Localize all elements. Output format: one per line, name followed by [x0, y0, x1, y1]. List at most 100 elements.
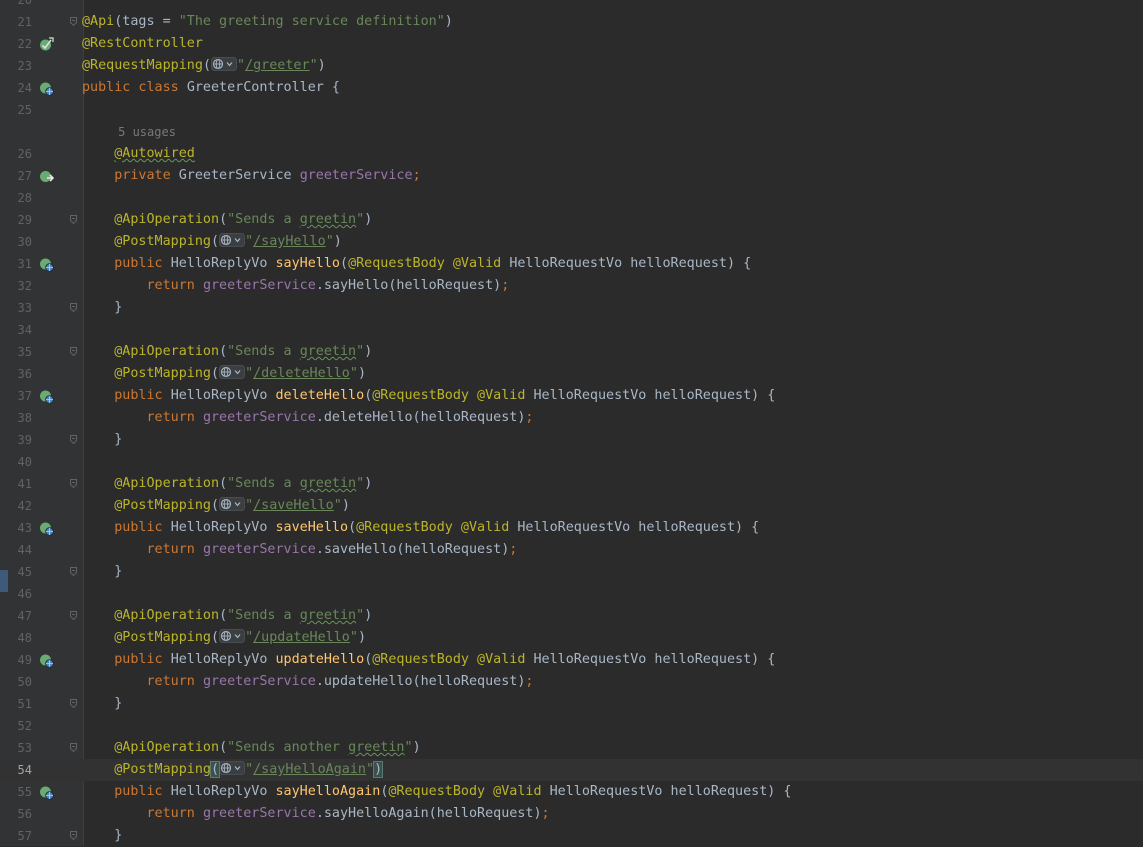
code-line[interactable]: 56 return greeterService.sayHelloAgain(h… — [0, 803, 1143, 825]
code-line[interactable]: 57 } — [0, 825, 1143, 847]
code-line[interactable]: 46 — [0, 583, 1143, 605]
annotation: @RequestBody @Valid — [372, 652, 534, 667]
spring-web-endpoint-icon[interactable] — [39, 389, 54, 404]
code-line[interactable]: 50 return greeterService.updateHello(hel… — [0, 671, 1143, 693]
code-line[interactable]: 49 public HelloReplyVo updateHello(@Requ… — [0, 649, 1143, 671]
url-globe-icon[interactable] — [211, 57, 237, 71]
fold-marker-icon[interactable] — [70, 303, 77, 312]
code-line[interactable]: 24 public class GreeterController { — [0, 77, 1143, 99]
code-line[interactable]: 45 } — [0, 561, 1143, 583]
code-line[interactable]: 34 — [0, 319, 1143, 341]
code-line[interactable]: 51 } — [0, 693, 1143, 715]
url-globe-icon[interactable] — [219, 365, 246, 379]
keyword: public class — [82, 80, 187, 95]
autowired-navigate-icon[interactable] — [39, 169, 54, 184]
string-literal: " — [325, 234, 334, 249]
code-line[interactable]: 27 private GreeterService greeterService… — [0, 165, 1143, 187]
spring-web-endpoint-icon[interactable] — [39, 81, 54, 96]
code-line[interactable]: 37 public HelloReplyVo deleteHello(@Requ… — [0, 385, 1143, 407]
spring-web-endpoint-icon[interactable] — [39, 257, 54, 272]
code-line[interactable]: 55 public HelloReplyVo sayHelloAgain(@Re… — [0, 781, 1143, 803]
code-line[interactable]: 21 @Api(tags = "The greeting service defi… — [0, 11, 1143, 33]
fold-marker-icon[interactable] — [70, 611, 77, 620]
url-globe-icon[interactable] — [219, 761, 246, 775]
code-line[interactable]: 54 @PostMapping("/sayHelloAgain") — [0, 759, 1143, 781]
url-globe-icon[interactable] — [219, 497, 246, 511]
url-path-link[interactable]: /sayHelloAgain — [253, 762, 366, 777]
code-line[interactable]: 33 } — [0, 297, 1143, 319]
code-line[interactable]: 40 — [0, 451, 1143, 473]
fold-marker-icon[interactable] — [70, 743, 77, 752]
code-line[interactable]: 31 public HelloReplyVo sayHello(@Request… — [0, 253, 1143, 275]
code-line[interactable]: 44 return greeterService.saveHello(hello… — [0, 539, 1143, 561]
fold-marker-icon[interactable] — [70, 435, 77, 444]
line-number: 54 — [17, 763, 32, 777]
code-line[interactable]: 42 @PostMapping("/saveHello") — [0, 495, 1143, 517]
code-line[interactable]: 20 — [0, 0, 1143, 11]
code-text: @ApiOperation("Sends a greetin") — [82, 605, 372, 627]
code-line[interactable]: 39 } — [0, 429, 1143, 451]
code-line[interactable]: 52 — [0, 715, 1143, 737]
code-line[interactable]: 35 @ApiOperation("Sends a greetin") — [0, 341, 1143, 363]
usages-hint[interactable]: 5 usages — [82, 125, 176, 139]
code-line[interactable]: 41 @ApiOperation("Sends a greetin") — [0, 473, 1143, 495]
code-line[interactable]: 47 @ApiOperation("Sends a greetin") — [0, 605, 1143, 627]
field-reference: greeterService — [202, 542, 316, 557]
fold-marker-icon[interactable] — [70, 567, 77, 576]
keyword: ; — [501, 278, 510, 293]
code-line[interactable]: 25 — [0, 99, 1143, 121]
url-path-link[interactable]: /updateHello — [253, 630, 350, 645]
string-literal: " — [356, 344, 365, 359]
spring-bean-icon[interactable] — [39, 37, 54, 52]
line-number: 24 — [17, 81, 32, 95]
code-line[interactable]: 36 @PostMapping("/deleteHello") — [0, 363, 1143, 385]
code-line[interactable]: 22 @RestController — [0, 33, 1143, 55]
string-literal: " — [245, 630, 254, 645]
url-path-link[interactable]: /greeter — [245, 58, 310, 73]
code-line[interactable]: 23 @RequestMapping("/greeter") — [0, 55, 1143, 77]
fold-marker-icon[interactable] — [70, 347, 77, 356]
spring-web-endpoint-icon[interactable] — [39, 785, 54, 800]
code-line[interactable]: 30 @PostMapping("/sayHello") — [0, 231, 1143, 253]
code-line[interactable]: 53 @ApiOperation("Sends another greetin"… — [0, 737, 1143, 759]
code-line[interactable]: 29 @ApiOperation("Sends a greetin") — [0, 209, 1143, 231]
fold-marker-icon[interactable] — [70, 831, 77, 840]
code-line[interactable]: 28 — [0, 187, 1143, 209]
line-number: 51 — [17, 697, 32, 711]
fold-marker-icon[interactable] — [70, 215, 77, 224]
url-path-link[interactable]: /saveHello — [253, 498, 334, 513]
code-line[interactable]: 43 public HelloReplyVo saveHello(@Reques… — [0, 517, 1143, 539]
line-number: 37 — [17, 389, 32, 403]
keyword: public — [114, 520, 171, 535]
field-reference: greeterService — [202, 806, 316, 821]
fold-marker-icon[interactable] — [70, 17, 77, 26]
code-text: @ApiOperation("Sends a greetin") — [82, 209, 372, 231]
url-globe-icon[interactable] — [219, 629, 246, 643]
string-literal: " — [245, 498, 254, 513]
code-editor[interactable]: 20 21 @Api(tags = "The greeting service de… — [0, 0, 1143, 846]
fold-marker-icon[interactable] — [70, 699, 77, 708]
code-line[interactable]: 32 return greeterService.sayHello(helloR… — [0, 275, 1143, 297]
usages-hint-row[interactable]: 5 usages — [0, 121, 1143, 143]
code-line[interactable]: 26 @Autowired — [0, 143, 1143, 165]
spring-web-endpoint-icon[interactable] — [39, 653, 54, 668]
code-line[interactable]: 38 return greeterService.deleteHello(hel… — [0, 407, 1143, 429]
url-globe-icon[interactable] — [219, 233, 246, 247]
code-text: @PostMapping("/sayHelloAgain") — [82, 759, 384, 781]
url-path-link[interactable]: /deleteHello — [253, 366, 350, 381]
code-text: return greeterService.updateHello(helloR… — [82, 671, 534, 693]
code-token: ( — [348, 520, 357, 535]
code-token: ) — [364, 344, 373, 359]
code-line[interactable]: 48 @PostMapping("/updateHello") — [0, 627, 1143, 649]
fold-marker-icon[interactable] — [70, 479, 77, 488]
spring-web-endpoint-icon[interactable] — [39, 521, 54, 536]
url-path-link[interactable]: /sayHello — [253, 234, 326, 249]
